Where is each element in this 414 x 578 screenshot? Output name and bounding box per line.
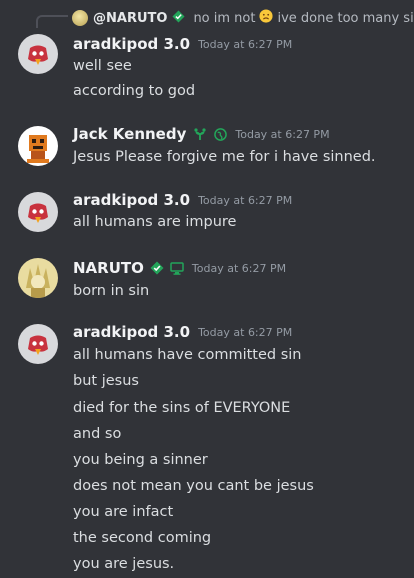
message-line: and so <box>73 426 122 442</box>
reply-text-end: ive done too many sins <box>277 10 414 26</box>
username[interactable]: aradkipod 3.0 <box>73 35 190 53</box>
message-line: you being a sinner <box>73 452 208 468</box>
verified-diamond-icon <box>150 261 164 275</box>
globe-icon <box>214 127 228 141</box>
timestamp: Today at 6:27 PM <box>198 37 293 51</box>
timestamp: Today at 6:27 PM <box>235 127 330 141</box>
avatar[interactable] <box>18 34 58 74</box>
message-line: Jesus Please forgive me for i have sinne… <box>73 149 376 165</box>
message-line: all humans have committed sin <box>73 347 302 363</box>
reply-author-name[interactable]: @NARUTO <box>93 11 167 26</box>
sad-face-emoji <box>259 9 274 27</box>
reply-reference[interactable]: @NARUTO no im not ive done too many sins <box>72 8 414 28</box>
desktop-icon <box>170 261 184 275</box>
avatar[interactable] <box>18 258 58 298</box>
message-line: according to god <box>73 83 196 99</box>
avatar[interactable] <box>18 192 58 232</box>
username[interactable]: aradkipod 3.0 <box>73 323 190 341</box>
message-line: born in sin <box>73 283 150 299</box>
message-line: you are jesus. <box>73 556 175 572</box>
timestamp: Today at 6:27 PM <box>198 325 293 339</box>
username[interactable]: aradkipod 3.0 <box>73 191 190 209</box>
message-line: does not mean you cant be jesus <box>73 478 314 494</box>
message-line: died for the sins of EVERYONE <box>73 400 291 416</box>
timestamp: Today at 6:27 PM <box>198 193 293 207</box>
avatar[interactable] <box>18 324 58 364</box>
username[interactable]: Jack Kennedy <box>73 125 186 143</box>
message-line: the second coming <box>73 530 212 546</box>
reply-author-avatar <box>72 10 88 26</box>
username[interactable]: NARUTO <box>73 259 144 277</box>
reply-text-start: no im not <box>193 10 256 26</box>
message-line: you are infact <box>73 504 174 520</box>
message-line: well see <box>73 58 132 74</box>
chat-messages: @NARUTO no im not ive done too many sins… <box>0 0 414 578</box>
reply-spine <box>36 15 68 28</box>
message-line: but jesus <box>73 373 139 389</box>
message-line: all humans are impure <box>73 214 237 230</box>
avatar[interactable] <box>18 126 58 166</box>
verified-diamond-icon <box>172 9 185 27</box>
timestamp: Today at 6:27 PM <box>191 261 287 275</box>
sprout-badge-icon <box>192 126 208 142</box>
